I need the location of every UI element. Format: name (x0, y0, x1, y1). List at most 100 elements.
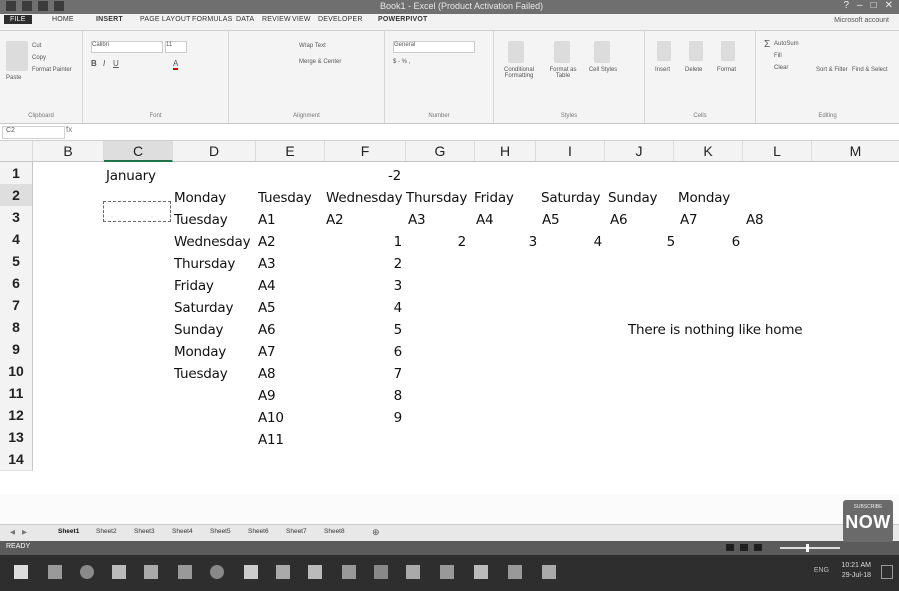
cell-f5[interactable]: 2 (325, 253, 403, 275)
cell-e5[interactable]: A3 (258, 253, 276, 275)
cell-f12[interactable]: 9 (325, 407, 403, 429)
tab-powerpivot[interactable]: POWERPIVOT (378, 16, 427, 23)
cell-d7[interactable]: Saturday (174, 297, 233, 319)
col-header-j[interactable]: J (605, 141, 674, 161)
word-icon[interactable] (144, 565, 158, 579)
cell-f7[interactable]: 4 (325, 297, 403, 319)
cell-d3[interactable]: Tuesday (174, 209, 228, 231)
row-header-4[interactable]: 4 (0, 228, 33, 251)
autosum-icon[interactable]: Σ (764, 39, 770, 50)
row-header-10[interactable]: 10 (0, 360, 33, 383)
worksheet-grid[interactable]: B C D E F G H I J K L M 1 2 3 4 5 6 7 8 … (0, 141, 899, 494)
cell-e4[interactable]: A2 (258, 231, 276, 253)
cell-j2[interactable]: Sunday (608, 187, 658, 209)
select-all-corner[interactable] (0, 141, 33, 161)
cell-k4[interactable]: 6 (674, 231, 741, 253)
cell-d2[interactable]: Monday (174, 187, 226, 209)
row-header-7[interactable]: 7 (0, 294, 33, 317)
cell-f4[interactable]: 1 (325, 231, 403, 253)
cell-e2[interactable]: Tuesday (258, 187, 312, 209)
underline-button[interactable]: U (113, 59, 119, 68)
col-header-i[interactable]: I (536, 141, 605, 161)
font-size-select[interactable]: 11 (165, 41, 187, 53)
wrap-text-button[interactable]: Wrap Text (299, 43, 326, 49)
cell-e8[interactable]: A6 (258, 319, 276, 341)
app-icon-13[interactable] (440, 565, 454, 579)
col-header-l[interactable]: L (743, 141, 812, 161)
cell-d9[interactable]: Monday (174, 341, 226, 363)
col-header-m[interactable]: M (812, 141, 899, 161)
sheet-tab-8[interactable]: Sheet8 (324, 528, 345, 535)
cell-e9[interactable]: A7 (258, 341, 276, 363)
row-header-13[interactable]: 13 (0, 426, 33, 449)
cell-f3[interactable]: A2 (326, 209, 344, 231)
help-icon[interactable]: ? (843, 0, 849, 11)
row-header-8[interactable]: 8 (0, 316, 33, 339)
sheet-tab-3[interactable]: Sheet3 (134, 528, 155, 535)
format-cells-button[interactable]: Format (717, 67, 736, 73)
tab-page-layout[interactable]: PAGE LAYOUT (140, 16, 191, 23)
tab-review[interactable]: REVIEW (262, 16, 291, 23)
formula-input[interactable] (110, 126, 894, 139)
row-header-2[interactable]: 2 (0, 184, 33, 207)
number-format-select[interactable]: General (393, 41, 475, 53)
cell-d8[interactable]: Sunday (174, 319, 224, 341)
app-icon-15[interactable] (508, 565, 522, 579)
insert-cells-icon[interactable] (657, 41, 671, 61)
clear-button[interactable]: Clear (774, 65, 788, 71)
app-icon-16[interactable] (542, 565, 556, 579)
sheet-nav-prev-icon[interactable]: ◀ (10, 528, 15, 536)
app-icon-7[interactable] (244, 565, 258, 579)
format-painter-button[interactable]: Format Painter (32, 67, 72, 73)
percent-button[interactable]: $ - % , (393, 59, 410, 65)
cell-k3[interactable]: A7 (680, 209, 698, 231)
sheet-tab-5[interactable]: Sheet5 (210, 528, 231, 535)
active-cell-c2[interactable] (103, 201, 171, 222)
app-icon-14[interactable] (474, 565, 488, 579)
add-sheet-icon[interactable]: ⊕ (372, 527, 380, 538)
find-select-button[interactable]: Find & Select (852, 67, 888, 73)
autosum-button[interactable]: AutoSum (774, 41, 799, 47)
delete-cells-button[interactable]: Delete (685, 67, 702, 73)
excel-icon[interactable] (112, 565, 126, 579)
maximize-icon[interactable]: □ (871, 0, 877, 11)
col-header-c[interactable]: C (104, 141, 173, 162)
cell-f9[interactable]: 6 (325, 341, 403, 363)
page-layout-view-icon[interactable] (740, 544, 748, 551)
cell-g4[interactable]: 2 (406, 231, 467, 253)
font-name-select[interactable]: Calibri (91, 41, 163, 53)
row-header-3[interactable]: 3 (0, 206, 33, 229)
close-icon[interactable]: ✕ (885, 0, 893, 11)
tab-view[interactable]: VIEW (292, 16, 311, 23)
row-header-5[interactable]: 5 (0, 250, 33, 273)
zoom-slider[interactable] (780, 547, 840, 549)
cell-e10[interactable]: A8 (258, 363, 276, 385)
sheet-nav-next-icon[interactable]: ▶ (22, 528, 27, 536)
row-header-11[interactable]: 11 (0, 382, 33, 405)
cell-j3[interactable]: A6 (610, 209, 628, 231)
cell-h2[interactable]: Friday (474, 187, 514, 209)
cell-f1[interactable]: -2 (388, 165, 401, 187)
page-break-view-icon[interactable] (754, 544, 762, 551)
sheet-tab-2[interactable]: Sheet2 (96, 528, 117, 535)
row-header-1[interactable]: 1 (0, 162, 33, 185)
bold-button[interactable]: B (91, 59, 97, 68)
cell-f6[interactable]: 3 (325, 275, 403, 297)
cell-e7[interactable]: A5 (258, 297, 276, 319)
show-desktop-button[interactable] (881, 565, 893, 579)
tab-developer[interactable]: DEVELOPER (318, 16, 363, 23)
app-icon-9[interactable] (308, 565, 322, 579)
user-account[interactable]: Microsoft account (834, 17, 889, 24)
cell-l3[interactable]: A8 (746, 209, 764, 231)
tab-insert[interactable]: INSERT (96, 16, 123, 23)
powerpoint-icon[interactable] (178, 565, 192, 579)
cell-e13[interactable]: A11 (258, 429, 284, 451)
conditional-formatting-icon[interactable] (508, 41, 524, 63)
chrome-icon[interactable] (210, 565, 224, 579)
cell-f10[interactable]: 7 (325, 363, 403, 385)
cell-c1[interactable]: January (106, 165, 156, 187)
merge-center-button[interactable]: Merge & Center (299, 59, 341, 65)
cell-e11[interactable]: A9 (258, 385, 276, 407)
normal-view-icon[interactable] (726, 544, 734, 551)
function-icon[interactable]: fx (66, 125, 72, 134)
